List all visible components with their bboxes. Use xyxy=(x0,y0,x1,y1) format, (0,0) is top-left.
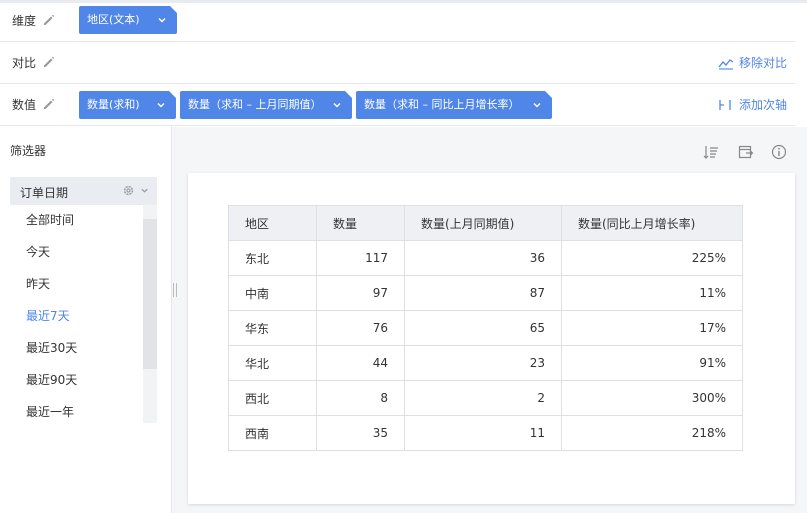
chevron-down-icon[interactable] xyxy=(157,15,167,25)
filter-option[interactable]: 最近一年 xyxy=(10,397,143,423)
pill-label: 数量（求和 – 同比上月增长率） xyxy=(364,98,520,111)
table-row: 东北 117 36 225% xyxy=(228,240,743,276)
table-cell: 11 xyxy=(404,415,562,451)
table-cell: 2 xyxy=(404,380,562,416)
column-header[interactable]: 数量(上月同期值) xyxy=(404,205,562,241)
table-cell: 西北 xyxy=(228,380,317,416)
value-label: 数值 xyxy=(12,98,37,112)
table-row: 西北 8 2 300% xyxy=(228,380,743,416)
resize-handle[interactable] xyxy=(173,283,177,297)
column-header[interactable]: 数量 xyxy=(316,205,405,241)
table-cell: 华东 xyxy=(228,310,317,346)
chevron-down-icon[interactable] xyxy=(332,100,342,110)
axis-icon xyxy=(719,100,731,110)
filter-option[interactable]: 今天 xyxy=(10,237,143,269)
filter-scrollbar[interactable] xyxy=(143,205,157,423)
table-row: 华东 76 65 17% xyxy=(228,310,743,346)
pill-corner xyxy=(545,91,552,98)
edit-icon[interactable] xyxy=(42,55,56,69)
table-cell: 97 xyxy=(316,275,405,311)
add-secondary-axis-button[interactable]: 添加次轴 xyxy=(718,84,787,126)
filter-option[interactable]: 最近90天 xyxy=(10,365,143,397)
filter-header-label: 订单日期 xyxy=(20,186,69,200)
table-cell: 西南 xyxy=(228,415,317,451)
table-cell: 华北 xyxy=(228,345,317,381)
table-cell: 76 xyxy=(316,310,405,346)
compare-label: 对比 xyxy=(12,56,37,70)
pill-corner xyxy=(169,91,176,98)
table-cell: 225% xyxy=(561,240,743,276)
table-cell: 8 xyxy=(316,380,405,416)
pill-corner xyxy=(345,91,352,98)
filter-panel: 订单日期 全部时间 今天 昨天 最近7天 最近30天 最近90天 最近一年 xyxy=(10,177,157,423)
filter-option[interactable]: 昨天 xyxy=(10,269,143,301)
column-header[interactable]: 地区 xyxy=(228,205,317,241)
dimension-row: 维度 地区(文本) xyxy=(0,0,795,42)
edit-icon[interactable] xyxy=(42,13,56,27)
table-cell: 218% xyxy=(561,415,743,451)
table-cell: 117 xyxy=(316,240,405,276)
table-cell: 23 xyxy=(404,345,562,381)
table-row: 中南 97 87 11% xyxy=(228,275,743,311)
table-header-row: 地区 数量 数量(上月同期值) 数量(同比上月增长率) xyxy=(228,205,743,241)
chevron-down-icon[interactable] xyxy=(532,100,542,110)
chevron-down-icon[interactable] xyxy=(140,186,149,195)
edit-icon[interactable] xyxy=(42,97,56,111)
filter-option[interactable]: 全部时间 xyxy=(10,205,143,237)
table-cell: 东北 xyxy=(228,240,317,276)
table-cell: 35 xyxy=(316,415,405,451)
add-axis-label: 添加次轴 xyxy=(739,98,788,112)
value-pill-last-month[interactable]: 数量（求和 – 上月同期值） xyxy=(180,91,352,119)
table-cell: 36 xyxy=(404,240,562,276)
remove-compare-button[interactable]: 移除对比 xyxy=(718,42,787,84)
filter-option-selected[interactable]: 最近7天 xyxy=(10,301,143,333)
sort-icon[interactable] xyxy=(703,144,719,160)
value-pill-sum[interactable]: 数量(求和) xyxy=(79,91,176,119)
table-row: 西南 35 11 218% xyxy=(228,415,743,451)
table-cell: 91% xyxy=(561,345,743,381)
table-cell: 17% xyxy=(561,310,743,346)
info-icon[interactable] xyxy=(771,144,787,160)
table-cell: 65 xyxy=(404,310,562,346)
chart-icon xyxy=(718,59,734,70)
table-cell: 44 xyxy=(316,345,405,381)
column-header[interactable]: 数量(同比上月增长率) xyxy=(561,205,743,241)
filter-title: 筛选器 xyxy=(10,144,47,158)
pill-label: 数量（求和 – 上月同期值） xyxy=(188,98,322,111)
remove-compare-label: 移除对比 xyxy=(739,56,788,70)
pill-label: 数量(求和) xyxy=(87,98,140,111)
filter-option[interactable]: 最近30天 xyxy=(10,333,143,365)
filter-header[interactable]: 订单日期 xyxy=(10,177,157,205)
value-pill-growth-rate[interactable]: 数量（求和 – 同比上月增长率） xyxy=(356,91,552,119)
table-row: 华北 44 23 91% xyxy=(228,345,743,381)
gear-icon[interactable] xyxy=(122,184,135,197)
dimension-label: 维度 xyxy=(12,14,37,28)
table-cell: 中南 xyxy=(228,275,317,311)
table-cell: 87 xyxy=(404,275,562,311)
chevron-down-icon[interactable] xyxy=(156,100,166,110)
pill-corner xyxy=(170,6,177,13)
export-icon[interactable] xyxy=(738,144,754,160)
table-cell: 11% xyxy=(561,275,743,311)
filter-options-list: 全部时间 今天 昨天 最近7天 最近30天 最近90天 最近一年 xyxy=(10,205,143,423)
value-row: 数值 数量(求和) 数量（求和 – 上月同期值） 数量（求和 – 同比上月增长率… xyxy=(0,84,795,126)
pill-label: 地区(文本) xyxy=(87,13,140,26)
table-cell: 300% xyxy=(561,380,743,416)
scrollbar-thumb[interactable] xyxy=(143,219,157,369)
data-table: 地区 数量 数量(上月同期值) 数量(同比上月增长率) 东北 117 36 22… xyxy=(228,205,743,451)
dimension-pill[interactable]: 地区(文本) xyxy=(79,6,177,34)
compare-row: 对比 移除对比 xyxy=(0,42,795,84)
